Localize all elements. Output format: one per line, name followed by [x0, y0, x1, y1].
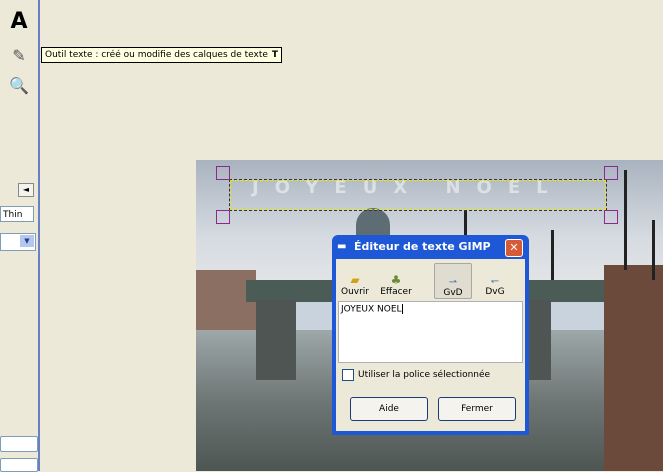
bottom-field-2[interactable]	[0, 458, 38, 472]
text-editor-dialog: ▬ Éditeur de texte GIMP ✕ ▰ Ouvrir ♣ Eff…	[332, 235, 529, 435]
resize-handle-top-left[interactable]	[216, 166, 230, 180]
text-box-frame[interactable]	[229, 179, 607, 211]
checkbox-box[interactable]	[342, 369, 354, 381]
close-button[interactable]: Fermer	[438, 397, 516, 421]
clear-button[interactable]: ♣ Effacer	[378, 263, 414, 297]
ltr-label: GvD	[443, 288, 463, 298]
size-select[interactable]: ▼	[0, 233, 36, 251]
street-lamp	[652, 220, 655, 280]
chevron-down-icon[interactable]: ▼	[20, 235, 34, 247]
text-caret	[401, 304, 403, 314]
color-picker-icon[interactable]: ✎	[6, 44, 32, 66]
open-button[interactable]: ▰ Ouvrir	[340, 263, 370, 297]
ltr-button[interactable]: ⇀ GvD	[434, 263, 472, 299]
tooltip-text: Outil texte : créé ou modifie des calque…	[45, 50, 268, 60]
clear-label: Effacer	[380, 287, 412, 297]
rtl-arrow-icon: ↽	[490, 276, 500, 287]
collapse-arrow-icon[interactable]: ◄	[18, 183, 34, 197]
dialog-title: Éditeur de texte GIMP	[354, 240, 491, 253]
text-tool-icon[interactable]: A	[6, 9, 32, 34]
text-tool-tooltip: Outil texte : créé ou modifie des calque…	[41, 47, 283, 63]
bottom-field-1[interactable]	[0, 436, 38, 452]
ltr-arrow-icon: ⇀	[448, 277, 458, 288]
tooltip-shortcut: T	[271, 50, 279, 60]
editor-text: JOYEUX NOEL	[341, 304, 402, 315]
gimp-icon: ▬	[337, 241, 347, 252]
street-lamp	[624, 170, 627, 270]
toolbox-panel: A ✎ 🔍 ◄ Thin ▼	[0, 0, 40, 472]
close-icon[interactable]: ✕	[505, 239, 523, 257]
help-button[interactable]: Aide	[350, 397, 428, 421]
resize-handle-top-right[interactable]	[604, 166, 618, 180]
broom-icon: ♣	[390, 273, 402, 287]
font-style-field[interactable]: Thin	[0, 206, 34, 222]
use-selected-font-checkbox[interactable]: Utiliser la police sélectionnée	[342, 369, 490, 381]
rtl-button[interactable]: ↽ DvG	[480, 263, 510, 297]
dialog-title-bar[interactable]: ▬ Éditeur de texte GIMP ✕	[332, 235, 529, 259]
zoom-icon[interactable]: 🔍	[6, 74, 32, 96]
checkbox-label: Utiliser la police sélectionnée	[358, 370, 491, 380]
dome-shape	[356, 208, 390, 236]
folder-icon: ▰	[350, 273, 360, 287]
text-editor-area[interactable]: JOYEUX NOEL	[338, 301, 523, 363]
rtl-label: DvG	[485, 287, 505, 297]
street-lamp	[551, 230, 554, 280]
resize-handle-bottom-right[interactable]	[604, 210, 618, 224]
dialog-body: ▰ Ouvrir ♣ Effacer ⇀ GvD ↽ DvG JOYEUX NO…	[336, 259, 525, 431]
resize-handle-bottom-left[interactable]	[216, 210, 230, 224]
bridge-pier	[256, 300, 296, 380]
right-pillar	[604, 265, 663, 471]
open-label: Ouvrir	[340, 287, 369, 297]
